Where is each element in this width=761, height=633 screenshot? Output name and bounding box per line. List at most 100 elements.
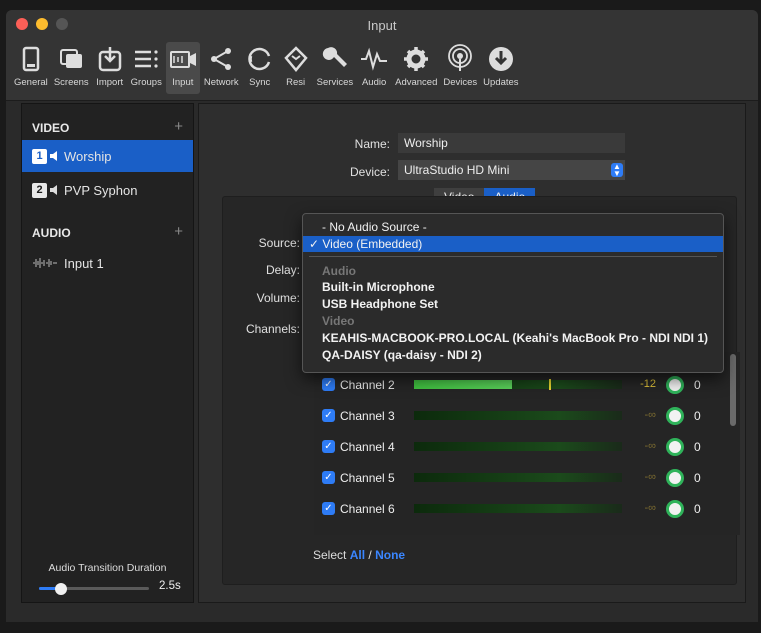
waveform-icon: [33, 258, 57, 268]
sidebar-item-pvp-syphon[interactable]: 2 PVP Syphon: [22, 174, 193, 206]
screens-icon: [60, 49, 83, 68]
toolbar-item-updates[interactable]: Updates: [481, 42, 520, 94]
toolbar-item-label: General: [14, 77, 48, 88]
channel-checkbox[interactable]: ✓: [322, 502, 335, 515]
menu-option[interactable]: ✓ Video (Embedded): [303, 235, 723, 252]
channel-list: ✓Channel 1-170✓Channel 2-120✓Channel 3-∞…: [314, 352, 740, 535]
toolbar-item-label: Network: [203, 77, 239, 88]
channel-label: Channel 2: [340, 377, 395, 392]
meter-peak-marker: [549, 379, 552, 390]
toolbar-item-label: Screens: [53, 77, 89, 88]
toolbar-item-label: Import: [96, 77, 124, 88]
input-number-badge: 2: [32, 182, 47, 198]
toolbar-item-label: Updates: [483, 77, 519, 88]
toolbar-item-label: Services: [316, 77, 354, 88]
title-bar: Input General Screens Import Groups Input Net…: [6, 10, 758, 101]
audio-transition-label: Audio Transition Duration: [48, 562, 167, 574]
volume-label: Volume:: [256, 291, 300, 305]
sidebar-item-input-1[interactable]: Input 1: [22, 247, 193, 279]
channel-db-readout: -∞: [644, 502, 656, 514]
window-title: Input: [367, 18, 397, 33]
toolbar-item-general[interactable]: General: [12, 42, 50, 94]
name-field[interactable]: Worship: [398, 133, 625, 153]
channel-gain-knob[interactable]: [666, 376, 684, 394]
sidebar-item-label: PVP Syphon: [64, 182, 138, 198]
toolbar-item-import[interactable]: Import: [93, 42, 127, 94]
channel-level-meter: [414, 504, 622, 513]
select-label: Select: [313, 548, 347, 562]
toolbar-item-label: Resi: [286, 77, 306, 88]
toolbar-item-devices[interactable]: Devices: [441, 42, 479, 94]
add-audio-input-button[interactable]: +: [174, 223, 183, 240]
toolbar-item-services[interactable]: Services: [315, 42, 355, 94]
input-number-badge: 1: [32, 148, 47, 164]
devices-icon: [448, 44, 473, 71]
speaker-icon: [50, 185, 57, 195]
sidebar-item-worship[interactable]: 1 Worship: [22, 140, 193, 172]
select-none-link[interactable]: None: [375, 548, 405, 562]
channel-level-meter: [414, 473, 622, 482]
input-sidebar: VIDEO + 1 Worship 2 PVP Syphon AUDIO + I…: [21, 103, 194, 603]
channel-row: ✓ Channel 2 -12 0: [314, 369, 740, 400]
video-section-header: VIDEO: [32, 121, 70, 135]
menu-option[interactable]: Built-in Microphone: [303, 279, 723, 295]
source-label: Source:: [258, 236, 300, 250]
add-video-input-button[interactable]: +: [174, 118, 183, 135]
services-icon: [322, 47, 347, 67]
channel-checkbox[interactable]: ✓: [322, 471, 335, 484]
channel-gain-knob[interactable]: [666, 469, 684, 487]
menu-separator: [309, 255, 717, 257]
delay-label: Delay:: [265, 263, 300, 277]
channel-label: Channel 6: [340, 501, 395, 516]
channel-list-scrollbar[interactable]: [730, 354, 736, 426]
gear-icon: [404, 47, 429, 71]
channel-label: Channel 3: [340, 408, 395, 423]
channel-level-meter: [414, 411, 622, 420]
import-icon: [98, 47, 121, 72]
toolbar-item-label: Groups: [130, 77, 162, 88]
channel-gain-knob[interactable]: [666, 500, 684, 518]
menu-option[interactable]: QA-DAISY (qa-daisy - NDI 2): [303, 347, 723, 363]
toolbar-item-network[interactable]: Network: [202, 42, 241, 94]
toolbar-item-input[interactable]: Input: [165, 42, 200, 94]
input-icon: [169, 51, 196, 68]
select-separator: /: [368, 548, 372, 562]
channel-checkbox[interactable]: ✓: [322, 409, 335, 422]
channel-gain-value: 0: [694, 471, 701, 485]
channel-gain-value: 0: [694, 378, 701, 392]
select-all-link[interactable]: All: [350, 548, 365, 562]
sidebar-item-label: Worship: [64, 148, 112, 164]
toolbar-item-advanced[interactable]: Advanced: [393, 42, 439, 94]
channel-gain-knob[interactable]: [666, 407, 684, 425]
toolbar-item-groups[interactable]: Groups: [129, 42, 164, 94]
channel-db-readout: -∞: [644, 440, 656, 452]
channel-gain-knob[interactable]: [666, 438, 684, 456]
channel-checkbox[interactable]: ✓: [322, 440, 335, 453]
groups-icon: [135, 50, 158, 68]
channel-level-meter: [414, 379, 622, 390]
toolbar-item-audio[interactable]: Audio: [357, 42, 391, 94]
channel-level-meter: [414, 442, 622, 451]
toolbar-item-screens[interactable]: Screens: [52, 42, 91, 94]
device-select[interactable]: UltraStudio HD Mini ▲ ▼: [398, 160, 625, 180]
meter-fill: [414, 380, 512, 389]
device-select-value: UltraStudio HD Mini: [404, 163, 510, 177]
name-label: Name:: [354, 137, 390, 151]
menu-option[interactable]: USB Headphone Set: [303, 296, 723, 312]
slider-knob[interactable]: [55, 583, 67, 595]
channel-label: Channel 4: [340, 439, 395, 454]
menu-option[interactable]: - No Audio Source -: [303, 219, 723, 235]
select-chevron-icon: ▲ ▼: [611, 163, 623, 178]
audio-icon: [361, 47, 388, 71]
channel-db-readout: -12: [640, 378, 656, 390]
channel-checkbox[interactable]: ✓: [322, 378, 335, 391]
resi-icon: [283, 46, 308, 72]
device-label: Device:: [349, 165, 390, 179]
toolbar-item-label: Sync: [249, 77, 271, 88]
audio-transition-value: 2.5s: [159, 580, 181, 592]
toolbar-item-resi[interactable]: Resi: [279, 42, 313, 94]
menu-option[interactable]: KEAHIS-MACBOOK-PRO.LOCAL (Keahi's MacBoo…: [303, 330, 723, 346]
channel-db-readout: -∞: [644, 409, 656, 421]
toolbar-item-sync[interactable]: Sync: [243, 42, 277, 94]
updates-icon: [488, 47, 513, 71]
